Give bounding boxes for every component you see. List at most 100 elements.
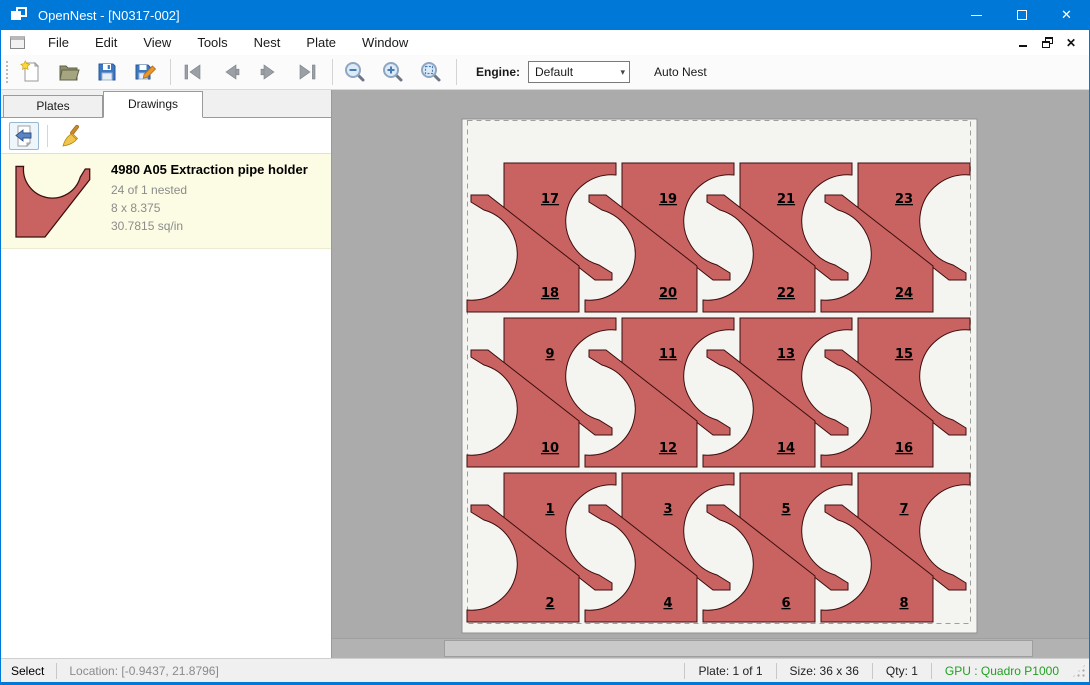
part-number-label: 10 (541, 441, 559, 456)
menu-nest[interactable]: Nest (241, 31, 294, 54)
status-size: Size: 36 x 36 (777, 664, 872, 678)
drawing-title: 4980 A05 Extraction pipe holder (111, 162, 308, 177)
part-number-label: 23 (895, 192, 913, 207)
document-left-arrow-icon (13, 125, 35, 147)
drawing-list-empty-space (1, 249, 331, 658)
mdi-restore-button[interactable] (1039, 35, 1055, 50)
first-arrow-icon (181, 60, 205, 84)
save-as-icon (133, 60, 157, 84)
part-number-label: 19 (659, 192, 677, 207)
menu-view[interactable]: View (130, 31, 184, 54)
tab-bar: Plates Drawings (1, 90, 331, 118)
first-plate-button[interactable] (178, 58, 208, 86)
part-number-label: 18 (541, 286, 559, 301)
part-number-label: 20 (659, 286, 677, 301)
titlebar: OpenNest - [N0317-002] ✕ (1, 0, 1089, 30)
zoom-in-button[interactable] (378, 58, 408, 86)
mdi-close-button[interactable]: ✕ (1063, 35, 1079, 50)
maximize-button[interactable] (999, 0, 1044, 30)
part-number-label: 14 (777, 441, 795, 456)
toolbar-separator (47, 125, 48, 147)
mdi-minimize-button[interactable] (1015, 35, 1031, 50)
status-gpu: GPU : Quadro P1000 (932, 664, 1072, 678)
canvas-horizontal-scrollbar[interactable] (332, 638, 1089, 658)
menu-file[interactable]: File (35, 31, 82, 54)
close-icon: ✕ (1061, 7, 1072, 23)
scrollbar-thumb[interactable] (444, 640, 1033, 657)
last-arrow-icon (295, 60, 319, 84)
engine-label: Engine: (476, 65, 520, 79)
part-number-label: 8 (899, 596, 908, 611)
mdi-minimize-icon (1019, 45, 1027, 47)
part-number-label: 22 (777, 286, 795, 301)
menubar: File Edit View Tools Nest Plate Window ✕ (1, 30, 1089, 55)
save-as-button[interactable] (130, 58, 160, 86)
drawing-nested-count: 24 of 1 nested (111, 181, 308, 199)
part-number-label: 6 (781, 596, 790, 611)
minimize-icon (971, 15, 982, 16)
part-number-label: 24 (895, 286, 913, 301)
zoom-out-button[interactable] (340, 58, 370, 86)
menu-window[interactable]: Window (349, 31, 421, 54)
mdi-document-icon[interactable] (10, 36, 25, 49)
window-title: OpenNest - [N0317-002] (38, 8, 180, 23)
part-number-label: 9 (545, 347, 554, 362)
last-plate-button[interactable] (292, 58, 322, 86)
part-number-label: 1 (545, 502, 554, 517)
part-number-label: 17 (541, 192, 559, 207)
menu-tools[interactable]: Tools (184, 31, 240, 54)
zoom-in-icon (381, 60, 405, 84)
toolbar: Engine: Default ▾ Auto Nest (1, 55, 1089, 90)
new-document-icon (19, 60, 43, 84)
clear-button[interactable] (56, 122, 86, 150)
toolbar-grip[interactable] (5, 60, 10, 84)
chevron-down-icon: ▾ (620, 67, 629, 78)
open-button[interactable] (54, 58, 84, 86)
part-number-label: 11 (659, 347, 677, 362)
part-number-label: 3 (663, 502, 672, 517)
part-number-label: 12 (659, 441, 677, 456)
send-to-plate-button[interactable] (9, 122, 39, 150)
status-plate: Plate: 1 of 1 (685, 664, 775, 678)
resize-grip[interactable] (1072, 664, 1086, 678)
drawings-toolbar (1, 118, 331, 154)
broom-icon (59, 124, 83, 148)
part-number-label: 5 (781, 502, 790, 517)
tab-plates[interactable]: Plates (3, 95, 103, 117)
minimize-button[interactable] (954, 0, 999, 30)
status-mode: Select (1, 664, 56, 678)
new-button[interactable] (16, 58, 46, 86)
close-button[interactable]: ✕ (1044, 0, 1089, 30)
zoom-fit-button[interactable] (416, 58, 446, 86)
auto-nest-button[interactable]: Auto Nest (648, 61, 713, 83)
nest-canvas[interactable]: 171819202122232491011121314151612345678 (332, 90, 1089, 658)
drawing-list-item[interactable]: 4980 A05 Extraction pipe holder 24 of 1 … (1, 154, 331, 249)
toolbar-separator (170, 59, 171, 85)
previous-plate-button[interactable] (216, 58, 246, 86)
left-panel: Plates Drawings (1, 90, 332, 658)
part-number-label: 4 (663, 596, 672, 611)
part-number-label: 15 (895, 347, 913, 362)
zoom-fit-icon (419, 60, 443, 84)
save-button[interactable] (92, 58, 122, 86)
part-number-label: 2 (545, 596, 554, 611)
previous-arrow-icon (219, 60, 243, 84)
part-thumbnail (11, 160, 97, 240)
part-number-label: 13 (777, 347, 795, 362)
menu-edit[interactable]: Edit (82, 31, 130, 54)
status-location: Location: [-0.9437, 21.8796] (57, 664, 230, 678)
drawing-dimensions: 8 x 8.375 (111, 199, 308, 217)
status-qty: Qty: 1 (873, 664, 931, 678)
part-number-label: 7 (899, 502, 908, 517)
app-icon (11, 7, 29, 23)
drawing-area: 30.7815 sq/in (111, 217, 308, 235)
engine-select[interactable]: Default ▾ (528, 61, 630, 83)
statusbar: Select Location: [-0.9437, 21.8796] Plat… (1, 658, 1089, 685)
menu-plate[interactable]: Plate (293, 31, 349, 54)
toolbar-separator (332, 59, 333, 85)
next-arrow-icon (257, 60, 281, 84)
tab-drawings[interactable]: Drawings (103, 91, 203, 118)
part-number-label: 16 (895, 441, 913, 456)
toolbar-separator (456, 59, 457, 85)
next-plate-button[interactable] (254, 58, 284, 86)
